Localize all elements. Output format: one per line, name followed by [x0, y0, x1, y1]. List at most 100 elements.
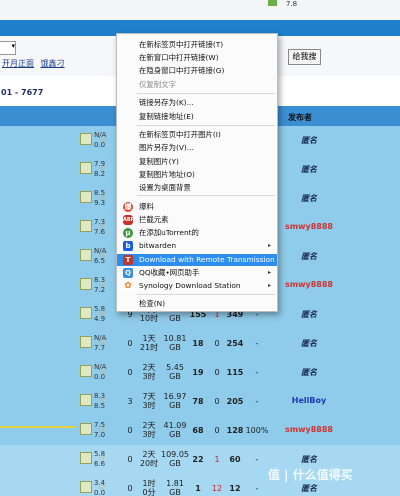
table-cell: 0	[214, 397, 220, 406]
file-type-icon	[80, 452, 92, 464]
table-cell: 205	[226, 397, 244, 406]
menu-separator	[137, 125, 275, 126]
publisher-cell: 匿名	[301, 252, 317, 261]
browser-page: 7.8 ▾ 开月正面 饿鑫刁 给我搜 01 - 7677 发布者 N/A 0.0 ☆…	[0, 0, 400, 496]
table-cell: 1.81 GB	[166, 479, 184, 496]
transmission-icon: T	[123, 255, 133, 265]
favorite-star-icon[interactable]: ☆	[98, 222, 106, 232]
favorite-star-icon[interactable]: ☆	[98, 135, 106, 145]
context-menu-item-label: 爆料	[139, 202, 154, 211]
category-select[interactable]: ▾	[0, 41, 16, 55]
favorite-star-icon[interactable]: ☆	[98, 251, 106, 261]
table-row[interactable]: N/A 0.0 ☆ 0 2天 3时 5.45 GB 19 0 115- 匿名	[0, 358, 400, 388]
context-menu: 在新标签页中打开链接(T) 在新窗口中打开链接(W) 在隐身窗口中打开链接(G) 仅复…	[116, 33, 278, 312]
table-cell: 1时 0分	[142, 479, 156, 496]
file-type-icon	[80, 394, 92, 406]
context-menu-item-label: 设置为桌面背景	[139, 183, 191, 192]
publisher-cell[interactable]: smwy8888	[278, 280, 340, 289]
table-row[interactable]: 7.5 7.0 ☆ 0 2天 3时 41.09 GB 68 0 128 100% smwy8888	[0, 416, 400, 446]
page-range: 01 - 7677	[1, 88, 44, 97]
context-menu-item-label: 复制链接地址(E)	[139, 112, 194, 121]
file-type-icon	[80, 423, 92, 435]
table-cell: 3	[127, 397, 133, 406]
bitwarden-icon: b	[123, 241, 133, 251]
filter-link[interactable]: 开月正面	[2, 59, 34, 68]
favorite-star-icon[interactable]: ☆	[98, 483, 106, 493]
submenu-arrow-icon: ▸	[267, 242, 271, 249]
favorite-star-icon[interactable]: ☆	[98, 338, 106, 348]
context-menu-item[interactable]: 图片另存为(V)...	[117, 142, 277, 154]
submenu-arrow-icon: ▸	[267, 282, 271, 289]
favorite-star-icon[interactable]: ☆	[98, 396, 106, 406]
context-menu-item[interactable]: T Download with Remote Transmission	[117, 254, 277, 266]
favorite-star-icon[interactable]: ☆	[98, 193, 106, 203]
favorite-star-icon[interactable]: ☆	[98, 280, 106, 290]
context-menu-item[interactable]: µ 在添加uTorrent的	[117, 227, 277, 239]
table-cell: 0	[127, 455, 133, 464]
context-menu-item: 仅复制文字	[117, 79, 277, 91]
menu-separator	[137, 93, 275, 94]
context-menu-item[interactable]: Q QQ收藏•网页助手 ▸	[117, 267, 277, 279]
filter-link[interactable]: 饿鑫刁	[41, 59, 65, 68]
favorite-star-icon[interactable]: ☆	[98, 367, 106, 377]
publisher-cell: 匿名	[301, 455, 317, 464]
context-menu-item-label: QQ收藏•网页助手	[139, 268, 200, 277]
publisher-cell[interactable]: smwy8888	[278, 222, 340, 231]
top-strip: 7.8	[0, 0, 400, 21]
table-row[interactable]: 8.3 8.5 ☆ 3 7天 3时 16.97 GB 78 0 205- HellBoy	[0, 387, 400, 417]
publisher-cell: 匿名	[301, 165, 317, 174]
context-menu-item[interactable]: ✿ Synology Download Station ▸	[117, 280, 277, 292]
context-menu-item-label: 图片另存为(V)...	[139, 143, 194, 152]
context-menu-item[interactable]: ABP 拦截元素	[117, 214, 277, 226]
context-menu-item[interactable]: b bitwarden ▸	[117, 240, 277, 252]
context-menu-item[interactable]: 复制链接地址(E)	[117, 111, 277, 123]
table-cell: 1	[195, 484, 201, 493]
publisher-cell[interactable]: smwy8888	[278, 425, 340, 434]
context-menu-item[interactable]: 爆爆料	[117, 201, 277, 213]
publisher-cell[interactable]: HellBoy	[278, 396, 340, 405]
context-menu-item-label: 拦截元素	[139, 215, 169, 224]
table-cell: 128	[226, 426, 244, 435]
table-cell: 115	[226, 368, 244, 377]
table-cell: 0	[214, 426, 220, 435]
context-menu-item[interactable]: 复制图片(Y)	[117, 156, 277, 168]
table-cell: -	[255, 484, 259, 493]
table-cell: 7天 3时	[142, 392, 156, 410]
publisher-cell: 匿名	[301, 310, 317, 319]
file-type-icon	[80, 278, 92, 290]
submenu-arrow-icon: ▸	[267, 269, 271, 276]
context-menu-item-label: bitwarden	[139, 241, 177, 250]
favorite-star-icon[interactable]: ☆	[98, 309, 106, 319]
table-cell: 100%	[245, 426, 269, 435]
file-type-icon	[80, 307, 92, 319]
table-cell: 0	[127, 368, 133, 377]
context-menu-item[interactable]: 设置为桌面背景	[117, 182, 277, 194]
context-menu-item[interactable]: 在隐身窗口中打开链接(G)	[117, 65, 277, 77]
table-cell: -	[255, 339, 259, 348]
context-menu-item-label: 在新标签页中打开链接(T)	[139, 40, 224, 49]
table-row[interactable]: N/A 7.7 ☆ 0 1天 21时 10.81 GB 18 0 254- 匿名	[0, 329, 400, 359]
rating-badge	[268, 0, 277, 6]
table-cell: 109.05 GB	[161, 450, 189, 468]
favorite-star-icon[interactable]: ☆	[98, 454, 106, 464]
context-menu-item-label: 在新窗口中打开链接(W)	[139, 53, 219, 62]
favorite-star-icon[interactable]: ☆	[98, 164, 106, 174]
table-cell: 60	[229, 455, 241, 464]
context-menu-item[interactable]: 在新标签页中打开链接(T)	[117, 39, 277, 51]
context-menu-item[interactable]: 在新标签页中打开图片(I)	[117, 129, 277, 141]
search-button[interactable]: 给我搜	[288, 49, 321, 65]
publisher-cell: 匿名	[301, 339, 317, 348]
context-menu-item-label: 在隐身窗口中打开链接(G)	[139, 66, 225, 75]
context-menu-item-label: 在新标签页中打开图片(I)	[139, 130, 221, 139]
favorite-star-icon[interactable]: ☆	[98, 425, 106, 435]
context-menu-item[interactable]: 在新窗口中打开链接(W)	[117, 52, 277, 64]
context-menu-item[interactable]: 检查(N)	[117, 298, 277, 310]
table-cell: 12	[229, 484, 241, 493]
qq-icon: Q	[123, 268, 133, 278]
context-menu-item[interactable]: 复制图片地址(O)	[117, 169, 277, 181]
table-cell: 18	[192, 339, 204, 348]
table-cell: 19	[192, 368, 204, 377]
table-cell: 0	[127, 339, 133, 348]
table-cell: 2天 3时	[142, 421, 156, 439]
context-menu-item[interactable]: 链接另存为(K)...	[117, 97, 277, 109]
